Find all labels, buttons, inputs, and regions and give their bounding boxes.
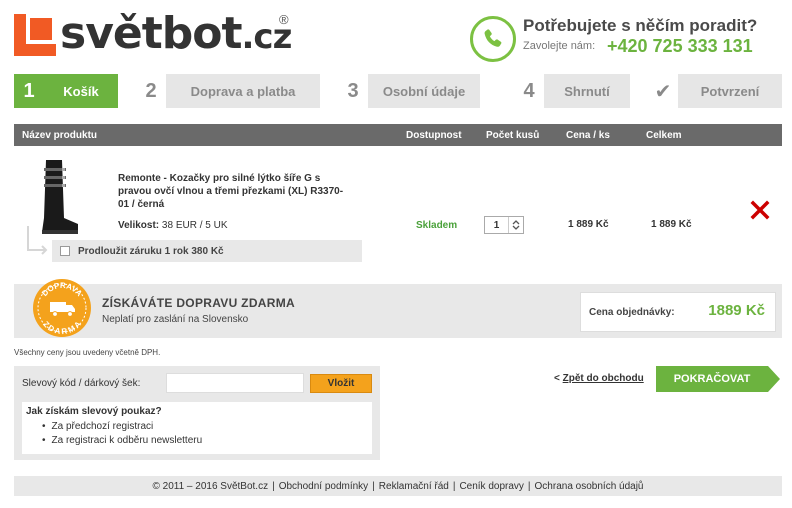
back-arrow: < bbox=[554, 373, 560, 384]
footer-separator: | bbox=[452, 480, 456, 492]
unit-price: 1 889 Kč bbox=[568, 219, 609, 230]
site-logo[interactable]: světbot.cz ® bbox=[14, 8, 334, 60]
step-number: 1 bbox=[14, 74, 44, 108]
free-shipping-banner: DOPRAVA ZDARMA ZÍSKÁVÁTE DOPRAVU ZDARMA … bbox=[14, 279, 782, 338]
step-number: 2 bbox=[145, 79, 157, 102]
help-phone-number[interactable]: +420 725 333 131 bbox=[607, 36, 753, 57]
coupon-input[interactable] bbox=[166, 373, 304, 393]
footer-link-terms[interactable]: Obchodní podmínky bbox=[279, 481, 369, 492]
order-total-label: Cena objednávky: bbox=[589, 307, 675, 318]
continue-button[interactable]: POKRAČOVAT bbox=[656, 366, 782, 392]
list-item: Za registraci k odběru newsletteru bbox=[42, 434, 203, 448]
step-label: Potvrzení bbox=[678, 74, 782, 108]
vat-note: Všechny ceny jsou uvedeny včetně DPH. bbox=[14, 348, 161, 357]
registered-mark: ® bbox=[279, 12, 289, 27]
spinner-icon[interactable] bbox=[509, 217, 523, 233]
continue-label: POKRAČOVAT bbox=[656, 366, 768, 392]
coupon-help-box: Jak získám slevový poukaz? Za předchozí … bbox=[22, 402, 372, 454]
step-shipping-payment[interactable]: 2 Doprava a platba bbox=[136, 74, 320, 108]
step-cart[interactable]: 1 Košík bbox=[14, 74, 118, 108]
coupon-label: Slevový kód / dárkový šek: bbox=[22, 378, 141, 389]
footer-separator: | bbox=[272, 480, 275, 492]
free-shipping-badge-icon: DOPRAVA ZDARMA bbox=[33, 279, 91, 337]
col-total: Celkem bbox=[646, 130, 682, 141]
step-label: Košík bbox=[44, 74, 118, 108]
footer: © 2011 – 2016 SvětBot.cz | Obchodní podm… bbox=[14, 476, 782, 496]
product-image[interactable] bbox=[32, 158, 82, 236]
step-check-icon: ✔ bbox=[654, 80, 672, 103]
step-number: 3 bbox=[347, 79, 359, 102]
footer-link-complaints[interactable]: Reklamační řád bbox=[379, 481, 449, 492]
step-confirmation[interactable]: ✔ Potvrzení bbox=[648, 74, 782, 108]
product-name[interactable]: Remonte - Kozačky pro silné lýtko šíře G… bbox=[118, 172, 348, 211]
checkout-steps: 1 Košík 2 Doprava a platba 3 Osobní údaj… bbox=[14, 74, 782, 108]
order-total-value: 1889 Kč bbox=[708, 302, 765, 319]
help-title: Potřebujete s něčím poradit? bbox=[523, 16, 758, 35]
logo-text: světbot.cz bbox=[60, 8, 292, 59]
footer-copyright: © 2011 – 2016 SvětBot.cz bbox=[152, 480, 269, 492]
warranty-label: Prodloužit záruku 1 rok 380 Kč bbox=[78, 245, 224, 257]
order-total-box: Cena objednávky: 1889 Kč bbox=[580, 292, 776, 332]
coupon-help-list: Za předchozí registraci Za registraci k … bbox=[42, 420, 203, 448]
footer-separator: | bbox=[372, 480, 375, 492]
total-price: 1 889 Kč bbox=[651, 219, 692, 230]
step-personal-info[interactable]: 3 Osobní údaje bbox=[338, 74, 480, 108]
col-product: Název produktu bbox=[22, 130, 98, 141]
cart-table-header: Název produktu Dostupnost Počet kusů Cen… bbox=[14, 124, 782, 146]
help-call-label: Zavolejte nám: bbox=[523, 40, 596, 52]
availability-status: Skladem bbox=[416, 220, 458, 231]
coupon-help-title: Jak získám slevový poukaz? bbox=[26, 406, 162, 417]
step-number: 4 bbox=[523, 79, 535, 102]
footer-link-shipping-prices[interactable]: Ceník dopravy bbox=[459, 481, 523, 492]
continue-arrow-icon bbox=[768, 366, 780, 392]
col-quantity: Počet kusů bbox=[486, 130, 540, 141]
arrow-connector-icon bbox=[27, 226, 48, 255]
quantity-stepper[interactable]: 1 bbox=[484, 216, 524, 234]
list-item: Za předchozí registraci bbox=[42, 420, 202, 434]
coupon-section: Slevový kód / dárkový šek: Vložit Jak zí… bbox=[14, 366, 380, 460]
free-shipping-subtitle: Neplatí pro zaslání na Slovensko bbox=[102, 314, 249, 325]
warranty-checkbox[interactable] bbox=[60, 246, 70, 256]
remove-item-icon[interactable] bbox=[750, 200, 770, 220]
quantity-value[interactable]: 1 bbox=[485, 217, 509, 233]
step-summary[interactable]: 4 Shrnutí bbox=[514, 74, 630, 108]
help-contact: Potřebujete s něčím poradit? Zavolejte n… bbox=[470, 14, 790, 66]
product-size: Velikost: 38 EUR / 5 UK bbox=[118, 220, 228, 231]
step-label: Osobní údaje bbox=[368, 74, 480, 108]
back-to-shop: < Zpět do obchodu bbox=[554, 373, 644, 384]
footer-separator: | bbox=[527, 480, 531, 492]
footer-link-privacy[interactable]: Ochrana osobních údajů bbox=[535, 481, 644, 492]
logo-mark-icon bbox=[14, 14, 56, 56]
free-shipping-title: ZÍSKÁVÁTE DOPRAVU ZDARMA bbox=[102, 296, 295, 310]
col-unit-price: Cena / ks bbox=[566, 130, 610, 141]
col-availability: Dostupnost bbox=[406, 130, 462, 141]
apply-coupon-button[interactable]: Vložit bbox=[310, 374, 372, 393]
extended-warranty-option[interactable]: Prodloužit záruku 1 rok 380 Kč bbox=[52, 240, 362, 262]
step-label: Doprava a platba bbox=[166, 74, 320, 108]
back-to-shop-link[interactable]: Zpět do obchodu bbox=[563, 373, 644, 384]
phone-icon bbox=[470, 16, 516, 62]
step-label: Shrnutí bbox=[544, 74, 630, 108]
